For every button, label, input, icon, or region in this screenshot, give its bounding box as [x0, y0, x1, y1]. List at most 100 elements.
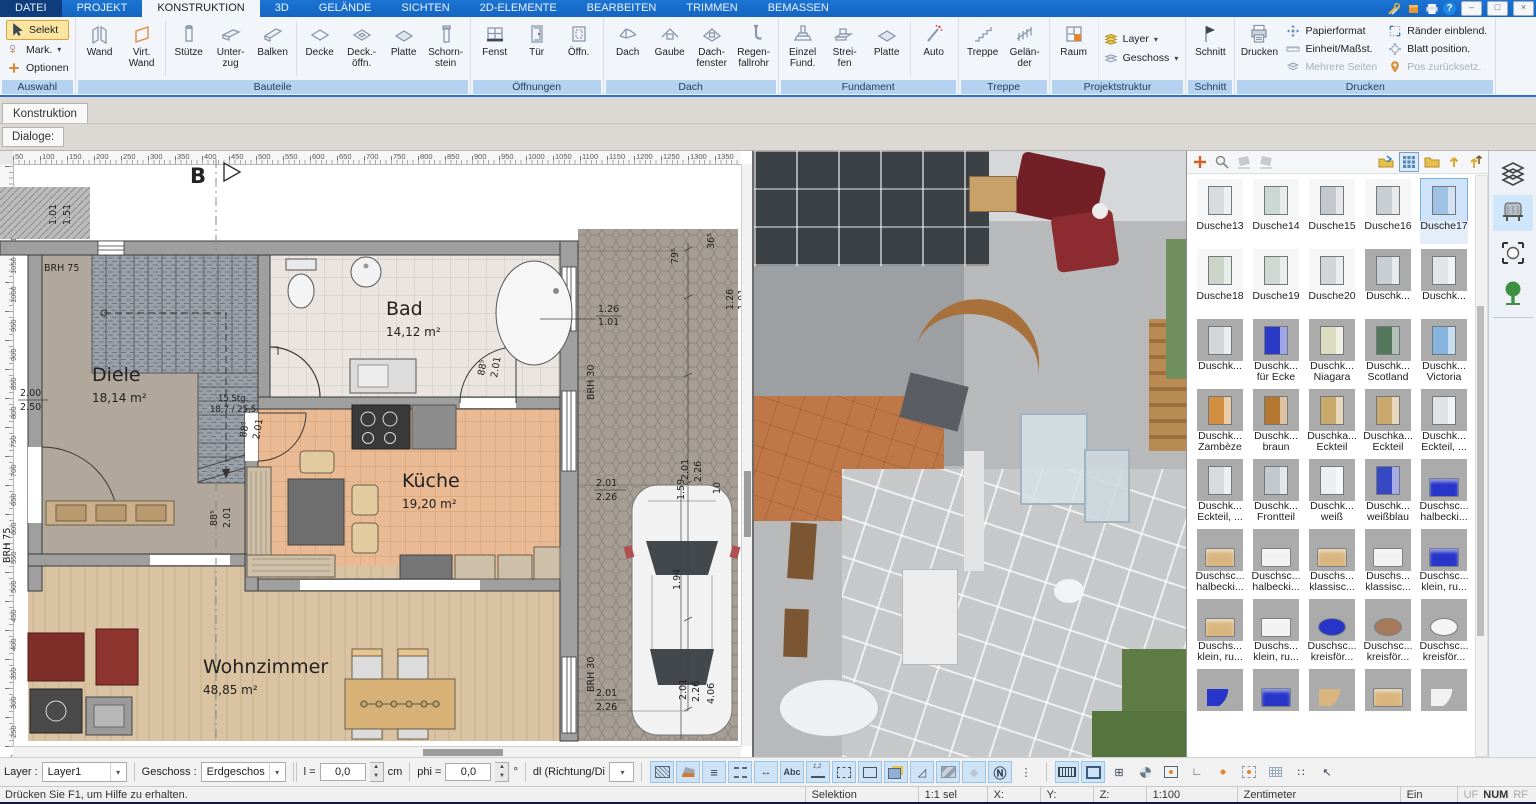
ribbon-button-deck-öffn-[interactable]: Deck.-öffn.: [341, 18, 383, 79]
menu-tab-2d-elemente[interactable]: 2D-ELEMENTE: [465, 0, 572, 17]
line-thick-button[interactable]: ≡: [702, 761, 726, 783]
catalog-item-duschk[interactable]: Duschk...Niagara: [1304, 319, 1360, 384]
catalog-item-duschk[interactable]: Duschk...Zambèze: [1192, 389, 1248, 454]
ribbon-button-regen-fallrohr[interactable]: Regen-fallrohr: [733, 18, 775, 79]
catalog-item[interactable]: [1248, 669, 1304, 734]
tools-icon[interactable]: [1386, 2, 1402, 16]
ribbon-button-fenst[interactable]: Fenst: [474, 18, 516, 79]
catalog-item-duschk[interactable]: Duschk...für Ecke: [1248, 319, 1304, 384]
catalog-item-dusche20[interactable]: Dusche20: [1304, 249, 1360, 314]
selection-box-button[interactable]: [858, 761, 882, 783]
ribbon-item-einheit-maßst-[interactable]: Einheit/Maßst.: [1285, 41, 1377, 57]
line-dashed-button[interactable]: [728, 761, 752, 783]
minimize-button[interactable]: –: [1461, 1, 1482, 16]
ribbon-button-platte[interactable]: Platte: [383, 18, 425, 79]
ribbon-item-mark-[interactable]: Mark.▾: [6, 41, 69, 59]
catalog-item-duschk[interactable]: Duschk...Eckteil, ...: [1192, 459, 1248, 524]
catalog-item-duschk[interactable]: Duschk...Victoria: [1416, 319, 1472, 384]
catalog-item-dusche16[interactable]: Dusche16: [1360, 179, 1416, 244]
catalog-item-duschsc[interactable]: Duschsc...kreisför...: [1304, 599, 1360, 664]
frame-tool-button[interactable]: [1081, 761, 1105, 783]
selection-dashed-button[interactable]: [832, 761, 856, 783]
ribbon-button-platte[interactable]: Platte: [866, 18, 908, 79]
more-options-button[interactable]: ⋮: [1014, 761, 1038, 783]
catalog-item-duschka[interactable]: Duschka...Eckteil: [1360, 389, 1416, 454]
catalog-item-duschk[interactable]: Duschk...braun: [1248, 389, 1304, 454]
catalog-item[interactable]: [1416, 669, 1472, 734]
catalog-item-duschs[interactable]: Duschs...klassisc...: [1304, 529, 1360, 594]
tree-icon[interactable]: [1493, 275, 1533, 311]
catalog-scrollbar[interactable]: [1475, 175, 1488, 757]
text-style-button[interactable]: Abc: [780, 761, 804, 783]
restore-button[interactable]: □: [1487, 1, 1508, 16]
ribbon-button-decke[interactable]: Decke: [299, 18, 341, 79]
ribbon-button-tür[interactable]: Tür: [516, 18, 558, 79]
ribbon-button-treppe[interactable]: Treppe: [962, 18, 1004, 79]
cube-3d-button[interactable]: [884, 761, 908, 783]
catalog-item-duschk[interactable]: Duschk...Eckteil, ...: [1416, 389, 1472, 454]
furniture-icon[interactable]: [1493, 195, 1533, 231]
ribbon-item-selekt[interactable]: Selekt: [6, 20, 69, 40]
catalog-item[interactable]: [1192, 669, 1248, 734]
ribbon-item-pos-zurücksetz-[interactable]: Pos zurücksetz.: [1387, 59, 1487, 75]
ribbon-item-papierformat[interactable]: Papierformat: [1285, 23, 1377, 39]
ribbon-button-gelän-der[interactable]: Gelän-der: [1004, 18, 1046, 79]
catalog-item-duschsc[interactable]: Duschsc...kreisför...: [1416, 599, 1472, 664]
phi-input[interactable]: 0,0: [445, 763, 491, 781]
length-stepper[interactable]: ▲▼: [370, 762, 384, 782]
catalog-item-duschsc[interactable]: Duschsc...halbecki...: [1248, 529, 1304, 594]
export-icon[interactable]: [1445, 153, 1463, 171]
stairs-tool-button[interactable]: [936, 761, 960, 783]
ribbon-item-layer[interactable]: Layer▾: [1103, 31, 1179, 47]
catalog-item-dusche15[interactable]: Dusche15: [1304, 179, 1360, 244]
plan-horizontal-scrollbar[interactable]: [13, 746, 741, 757]
catalog-item-duschk[interactable]: Duschk...weißblau: [1360, 459, 1416, 524]
catalog-item[interactable]: [1304, 669, 1360, 734]
point-box-button[interactable]: [1159, 761, 1183, 783]
catalog-item-duschs[interactable]: Duschs...klassisc...: [1360, 529, 1416, 594]
catalog-item-duschs[interactable]: Duschs...klein, ru...: [1248, 599, 1304, 664]
menu-tab-sichten[interactable]: SICHTEN: [386, 0, 464, 17]
menu-tab-trimmen[interactable]: TRIMMEN: [671, 0, 752, 17]
close-button[interactable]: ×: [1513, 1, 1534, 16]
ribbon-button-dach-fenster[interactable]: Dach-fenster: [691, 18, 733, 79]
menu-tab-bearbeiten[interactable]: BEARBEITEN: [572, 0, 672, 17]
catalog-item-duschk[interactable]: Duschk...: [1416, 249, 1472, 314]
phi-stepper[interactable]: ▲▼: [495, 762, 509, 782]
catalog-item-duschsc[interactable]: Duschsc...halbecki...: [1416, 459, 1472, 524]
plan-vertical-scrollbar[interactable]: [741, 164, 752, 746]
stamp-icon[interactable]: [1235, 153, 1253, 171]
ruler-tool-button[interactable]: [1055, 761, 1079, 783]
catalog-item-dusche14[interactable]: Dusche14: [1248, 179, 1304, 244]
catalog-item-duschk[interactable]: Duschk...Scotland: [1360, 319, 1416, 384]
grid-view-icon[interactable]: [1399, 152, 1419, 172]
catalog-item[interactable]: [1360, 669, 1416, 734]
dl-select[interactable]: ▾: [609, 762, 634, 782]
catalog-item-duschsc[interactable]: Duschsc...halbecki...: [1192, 529, 1248, 594]
fan-tool-button[interactable]: [1133, 761, 1157, 783]
catalog-item-duschk[interactable]: Duschk...weiß: [1304, 459, 1360, 524]
catalog-item-duschk[interactable]: Duschk...: [1360, 249, 1416, 314]
catalog-item-duschsc[interactable]: Duschsc...kreisför...: [1360, 599, 1416, 664]
ribbon-button-gaube[interactable]: Gaube: [649, 18, 691, 79]
package-icon[interactable]: [1405, 2, 1421, 16]
stamp2-icon[interactable]: [1257, 153, 1275, 171]
export-all-icon[interactable]: [1467, 153, 1485, 171]
print-icon[interactable]: [1424, 2, 1440, 16]
catalog-item-duschk[interactable]: Duschk...: [1192, 319, 1248, 384]
menu-tab-konstruktion[interactable]: KONSTRUKTION: [142, 0, 259, 17]
ribbon-item-blatt-position-[interactable]: Blatt position.: [1387, 41, 1487, 57]
catalog-item-duschsc[interactable]: Duschsc...klein, ru...: [1416, 529, 1472, 594]
geschoss-select[interactable]: Erdgeschos▾: [201, 762, 286, 782]
ribbon-button-virt-wand[interactable]: Virt.Wand: [121, 18, 163, 79]
window-grid-button[interactable]: ⊞: [1107, 761, 1131, 783]
catalog-item-dusche18[interactable]: Dusche18: [1192, 249, 1248, 314]
search-icon[interactable]: [1213, 153, 1231, 171]
ribbon-button-einzel-fund-[interactable]: EinzelFund.: [782, 18, 824, 79]
ribbon-button-auto[interactable]: Auto: [913, 18, 955, 79]
ribbon-button-drucken[interactable]: Drucken: [1238, 18, 1280, 79]
layers-icon[interactable]: [1493, 155, 1533, 191]
ribbon-button-unter-zug[interactable]: Unter-zug: [210, 18, 252, 79]
ribbon-button-strei-fen[interactable]: Strei-fen: [824, 18, 866, 79]
menu-tab-gel-nde[interactable]: GELÄNDE: [304, 0, 387, 17]
